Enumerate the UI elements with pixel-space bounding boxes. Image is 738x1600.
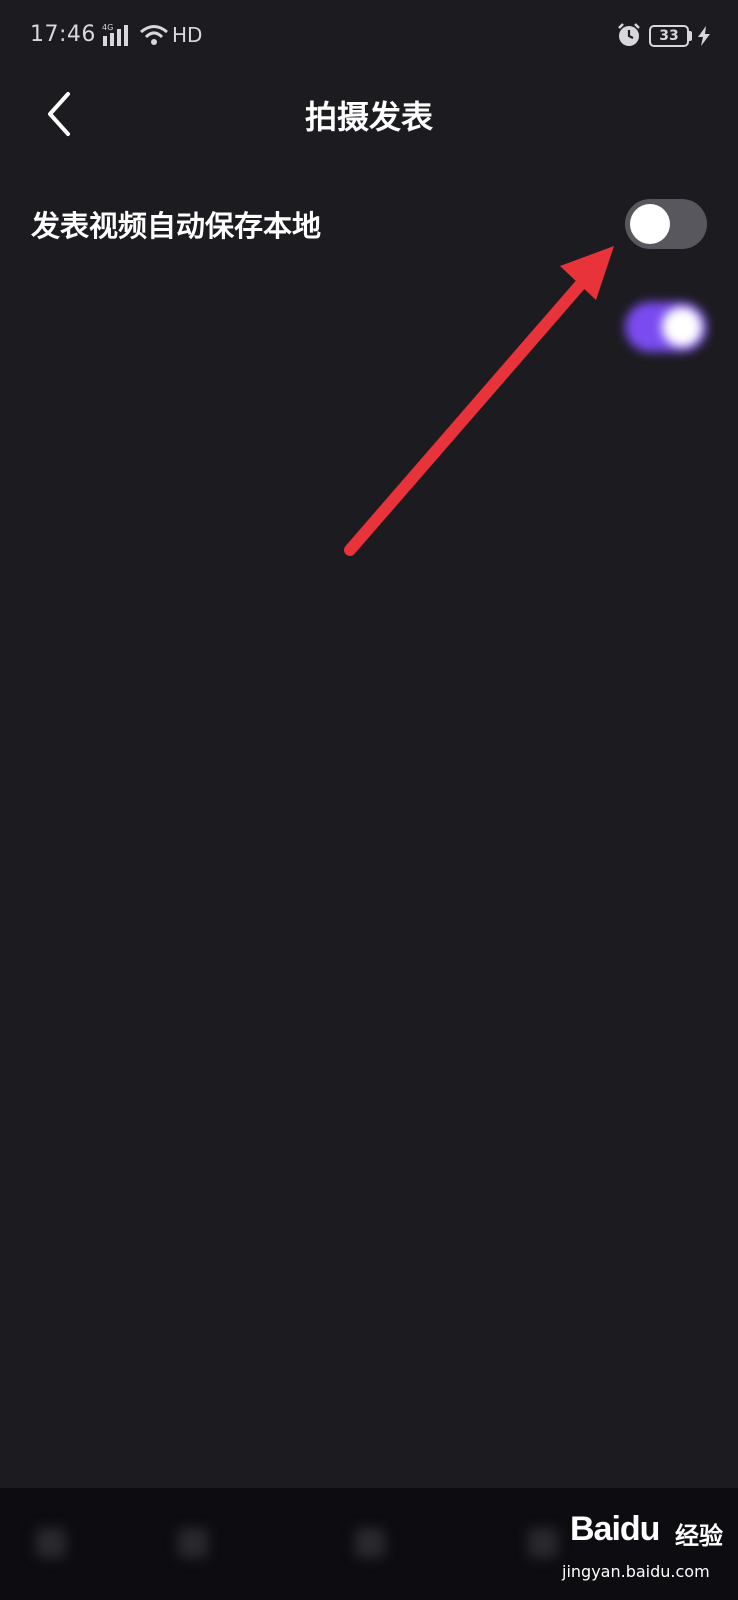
- network-type: 4G: [102, 23, 113, 32]
- toggle-knob: [662, 307, 702, 347]
- status-time: 17:46: [30, 22, 96, 47]
- hd-indicator: HD: [172, 23, 203, 47]
- setting-label-save-local: 发表视频自动保存本地: [31, 209, 322, 243]
- bottom-nav-item[interactable]: [178, 1528, 208, 1558]
- signal-icon: 4G: [102, 23, 128, 46]
- save-local-toggle[interactable]: [625, 199, 707, 249]
- watermark-url: jingyan.baidu.com: [562, 1562, 710, 1581]
- wifi-icon: [140, 25, 168, 45]
- status-bar: 17:46 4G HD 33: [0, 0, 738, 76]
- battery-tip: [689, 31, 692, 41]
- bottom-nav-item[interactable]: [36, 1528, 66, 1558]
- setting-row-blurred: [0, 282, 738, 372]
- watermark-brand-cn: 经验: [675, 1522, 723, 1550]
- baidu-watermark: Baidu 经验 jingyan.baidu.com: [560, 1500, 730, 1590]
- bottom-nav-item[interactable]: [355, 1528, 385, 1558]
- page-title: 拍摄发表: [304, 98, 433, 136]
- battery-icon: 33: [649, 25, 689, 47]
- bottom-nav-item[interactable]: [528, 1528, 558, 1558]
- setting-row-save-local: 发表视频自动保存本地: [0, 178, 738, 268]
- alarm-icon: [618, 23, 640, 46]
- toggle-knob: [630, 204, 670, 244]
- charging-bolt-icon: [698, 26, 710, 46]
- battery-level: 33: [659, 28, 679, 44]
- blurred-option-toggle[interactable]: [625, 302, 707, 352]
- settings-screen: 17:46 4G HD 33 拍摄发表 发表视频自动保存本地 Baidu 经验 …: [0, 0, 738, 1600]
- watermark-brand: Baidu: [570, 1510, 660, 1548]
